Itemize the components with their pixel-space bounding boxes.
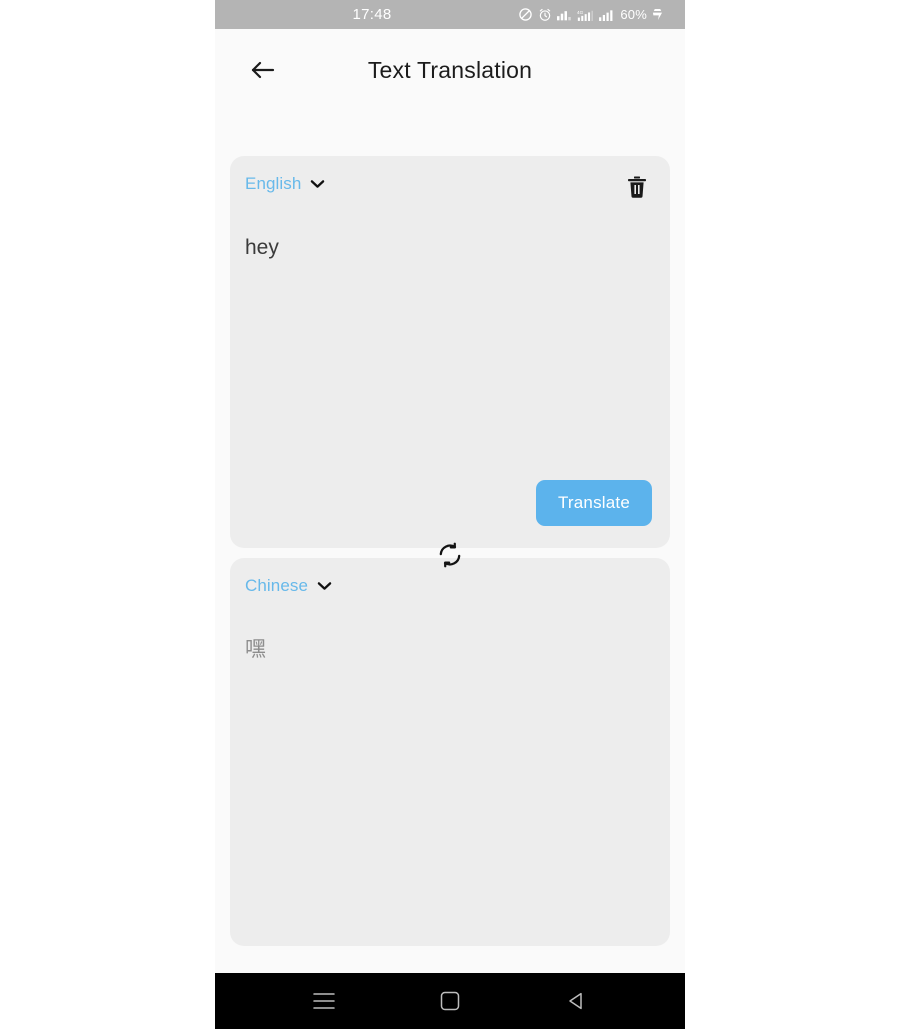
signal-strength-icon [599, 10, 613, 21]
target-card-header: Chinese [230, 576, 670, 606]
source-language-label: English [245, 174, 302, 193]
android-navigation-bar [215, 973, 685, 1029]
chevron-down-icon [317, 582, 332, 590]
source-card-header: English [230, 174, 670, 204]
source-language-selector[interactable]: English [245, 174, 325, 194]
svg-text:4G: 4G [577, 10, 584, 15]
network-4g-icon: 4G [577, 10, 594, 21]
status-bar: 17:48 4G 60% [215, 0, 685, 29]
app-bar: Text Translation [215, 29, 685, 111]
swap-languages-icon[interactable] [433, 538, 467, 572]
battery-charging-icon [652, 9, 663, 20]
phone-screen: 17:48 4G 60% Text Translation English he… [215, 0, 685, 1029]
alarm-clock-icon [540, 8, 551, 21]
source-text-value[interactable]: hey [245, 234, 652, 262]
target-language-label: Chinese [245, 576, 309, 595]
battery-percentage: 60% [620, 7, 647, 22]
back-icon[interactable] [554, 979, 598, 1023]
home-icon[interactable] [428, 979, 472, 1023]
target-text-card: Chinese 嘿 [230, 558, 670, 946]
do-not-disturb-icon [519, 8, 533, 21]
back-arrow-icon[interactable] [245, 52, 281, 88]
trash-icon[interactable] [622, 172, 652, 202]
status-bar-icons: 4G 60% [518, 7, 663, 22]
translate-button[interactable]: Translate [535, 480, 652, 526]
source-text-card: English hey Translate [230, 156, 670, 548]
target-text-value: 嘿 [245, 638, 266, 661]
recents-icon[interactable] [302, 979, 346, 1023]
chevron-down-icon [311, 180, 325, 188]
signal-bars-icon [557, 11, 572, 21]
page-title: Text Translation [367, 56, 533, 83]
target-language-selector[interactable]: Chinese [245, 576, 332, 596]
